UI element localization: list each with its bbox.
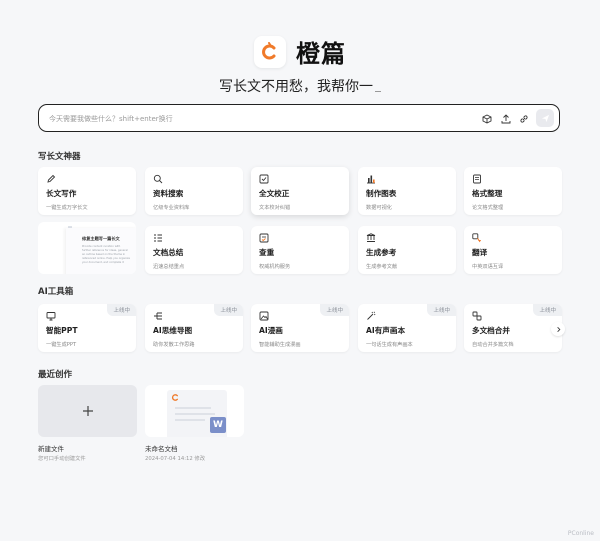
tool-card-plagiarism[interactable]: 查重 权威机构服务 [251, 226, 349, 274]
ai-card-mindmap[interactable]: 上线中 AI思维导图 助你发散工作思路 [145, 304, 243, 352]
magic-wand-icon [367, 311, 376, 320]
preview-body: Provide content curation with further re… [82, 245, 130, 265]
preview-heading: 修复主题写一篇长文 [82, 236, 120, 241]
card-subtitle: 数据可视化 [366, 205, 392, 211]
card-subtitle: 生成参考文献 [366, 264, 398, 270]
proofread-icon [259, 174, 269, 184]
card-subtitle: 自动合并多篇文档 [472, 342, 514, 348]
card-title: 智能PPT [46, 326, 78, 335]
card-subtitle: 文本校对纠错 [259, 205, 291, 211]
prompt-box [38, 104, 560, 132]
card-title: 查重 [259, 248, 275, 257]
scroll-right-button[interactable] [551, 322, 565, 336]
mindmap-icon [154, 312, 162, 320]
ai-card-comic[interactable]: 上线中 AI漫画 智能辅助生成漫画 [251, 304, 349, 352]
tool-card-long-writing[interactable]: 长文写作 一键生成万字长文 [38, 167, 136, 215]
status-badge: 上线中 [533, 304, 562, 316]
new-file-tile[interactable] [38, 385, 137, 437]
card-title: AI思维导图 [153, 326, 193, 335]
pen-icon [47, 174, 56, 183]
slogan: 写长文不用愁，我帮你一 [0, 76, 600, 96]
card-subtitle: 一键生成万字长文 [46, 205, 88, 211]
tool-card-chart[interactable]: 制作图表 数据可视化 [358, 167, 456, 215]
check-document-icon [259, 233, 269, 243]
ai-card-ppt[interactable]: 上线中 智能PPT 一键生成PPT [38, 304, 136, 352]
card-title: 全文校正 [259, 189, 290, 198]
card-title: AI有声画本 [366, 326, 406, 335]
send-icon [541, 114, 549, 122]
translate-icon [472, 233, 481, 243]
card-subtitle: 亿级专业资料库 [153, 205, 190, 211]
tool-card-proofread[interactable]: 全文校正 文本校对纠错 [251, 167, 349, 215]
card-title: 多文档合并 [472, 326, 510, 335]
upload-icon[interactable] [500, 113, 511, 124]
card-subtitle: 助你发散工作思路 [153, 342, 195, 348]
plus-icon [82, 406, 93, 416]
tool-card-translate[interactable]: 翻译 中英双语互译 [464, 226, 562, 274]
slogan-text: 写长文不用愁，我帮你一 [219, 79, 373, 95]
presentation-icon [46, 312, 56, 321]
new-file-title: 新建文件 [38, 445, 64, 453]
status-badge: 上线中 [107, 304, 136, 316]
card-title: 制作图表 [366, 189, 397, 198]
card-title: AI漫画 [259, 326, 283, 335]
status-badge: 上线中 [214, 304, 243, 316]
preview-line: your document, and complete it [82, 261, 124, 264]
card-title: 文档总结 [153, 248, 184, 257]
recent-document-title: 未命名文档 [145, 445, 178, 453]
merge-icon [472, 311, 482, 321]
brand-header: 橙篇 [0, 34, 600, 69]
send-button[interactable] [536, 109, 554, 127]
search-icon [153, 174, 163, 184]
brand-name: 橙篇 [296, 40, 346, 68]
chevron-right-icon [556, 326, 560, 332]
link-icon[interactable] [518, 113, 529, 124]
section-recent-title: 最近创作 [38, 370, 73, 380]
card-subtitle: 迅速总结重点 [153, 264, 185, 270]
card-subtitle: 一句话生成有声画本 [366, 342, 413, 348]
word-file-icon: W [210, 417, 226, 433]
card-subtitle: 智能辅助生成漫画 [259, 342, 301, 348]
prompt-input[interactable] [47, 109, 451, 129]
recent-document-tile[interactable]: W [145, 385, 244, 437]
recent-document-date: 2024-07-04 14:12 修改 [145, 456, 206, 462]
card-title: 格式整理 [472, 189, 503, 198]
reference-icon [366, 233, 376, 242]
card-title: 长文写作 [46, 189, 77, 198]
card-title: 生成参考 [366, 248, 397, 257]
card-subtitle: 论文格式整理 [472, 205, 504, 211]
card-title: 翻译 [472, 248, 488, 257]
status-badge: 上线中 [320, 304, 349, 316]
image-icon [259, 311, 269, 321]
typing-cursor [375, 82, 381, 92]
card-subtitle: 中英双语互译 [472, 264, 504, 270]
tool-card-summary[interactable]: 文档总结 迅速总结重点 [145, 226, 243, 274]
card-subtitle: 权威机构服务 [259, 264, 291, 270]
writing-preview-thumbnail: 修复主题写一篇长文 Provide content curation with … [38, 222, 136, 274]
chart-icon [367, 175, 375, 184]
brand-logo-icon [254, 35, 286, 68]
card-title: 资料搜索 [153, 189, 184, 198]
status-badge: 上线中 [427, 304, 456, 316]
tool-card-format[interactable]: 格式整理 论文格式整理 [464, 167, 562, 215]
card-subtitle: 一键生成PPT [46, 342, 77, 348]
ai-card-merge[interactable]: 上线中 多文档合并 自动合并多篇文档 [464, 304, 562, 352]
brand-logo-icon [171, 394, 178, 401]
tool-card-reference[interactable]: 生成参考 生成参考文献 [358, 226, 456, 274]
list-icon [154, 234, 162, 242]
section-writing-title: 写长文神器 [38, 152, 81, 162]
ai-card-audiobook[interactable]: 上线中 AI有声画本 一句话生成有声画本 [358, 304, 456, 352]
new-file-subtitle: 您可口手动创建文件 [38, 456, 86, 462]
section-ai-tools-title: AI工具箱 [38, 287, 74, 297]
tool-card-search[interactable]: 资料搜索 亿级专业资料库 [145, 167, 243, 215]
preview-page: 修复主题写一篇长文 Provide content curation with … [66, 228, 136, 274]
watermark: PConline [567, 530, 594, 537]
box-icon[interactable] [481, 113, 492, 124]
document-icon [473, 174, 481, 184]
